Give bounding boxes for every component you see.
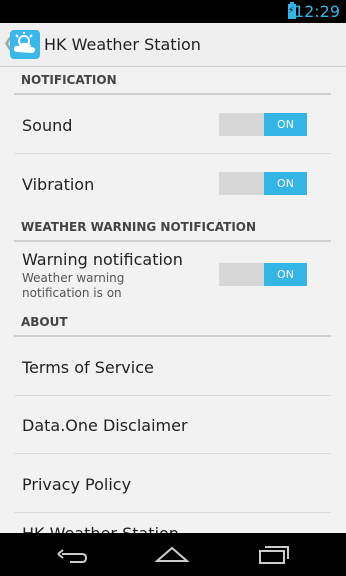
sound-toggle[interactable]: ON bbox=[219, 113, 307, 136]
vibration-toggle[interactable]: ON bbox=[219, 172, 307, 195]
back-icon[interactable] bbox=[52, 541, 92, 567]
section-header-notification: NOTIFICATION bbox=[14, 67, 331, 95]
setting-label: Warning notification bbox=[22, 250, 183, 269]
toggle-state: ON bbox=[264, 263, 307, 286]
clock: 12:29 bbox=[293, 2, 340, 21]
warning-toggle[interactable]: ON bbox=[219, 263, 307, 286]
setting-warning-row[interactable]: Warning notification Weather warning not… bbox=[14, 243, 331, 308]
action-bar: ❮ HK Weather Station bbox=[0, 23, 346, 67]
section-title: ABOUT bbox=[21, 315, 68, 329]
section-title: NOTIFICATION bbox=[21, 73, 117, 87]
about-item-label: Data.One Disclaimer bbox=[22, 416, 188, 435]
section-header-about: ABOUT bbox=[14, 309, 331, 337]
app-weather-icon[interactable] bbox=[10, 30, 40, 59]
about-item-privacy[interactable]: Privacy Policy bbox=[14, 454, 331, 513]
setting-sound-row[interactable]: Sound ON bbox=[14, 96, 331, 154]
setting-label: Vibration bbox=[22, 175, 95, 194]
setting-label: Sound bbox=[22, 116, 73, 135]
navigation-bar bbox=[0, 533, 346, 576]
setting-summary: Weather warning notification is on bbox=[22, 271, 125, 300]
about-item-terms[interactable]: Terms of Service bbox=[14, 338, 331, 396]
toggle-state: ON bbox=[264, 113, 307, 136]
home-icon[interactable] bbox=[152, 541, 192, 567]
page-title: HK Weather Station bbox=[44, 35, 201, 54]
status-bar: 12:29 bbox=[0, 0, 346, 23]
toggle-state: ON bbox=[264, 172, 307, 195]
section-title: WEATHER WARNING NOTIFICATION bbox=[21, 220, 257, 234]
recent-apps-icon[interactable] bbox=[254, 541, 294, 567]
about-item-label: Terms of Service bbox=[22, 358, 154, 377]
setting-vibration-row[interactable]: Vibration ON bbox=[14, 154, 331, 214]
section-header-weather-warning: WEATHER WARNING NOTIFICATION bbox=[14, 214, 331, 242]
about-item-label: Privacy Policy bbox=[22, 475, 132, 494]
about-item-disclaimer[interactable]: Data.One Disclaimer bbox=[14, 396, 331, 454]
